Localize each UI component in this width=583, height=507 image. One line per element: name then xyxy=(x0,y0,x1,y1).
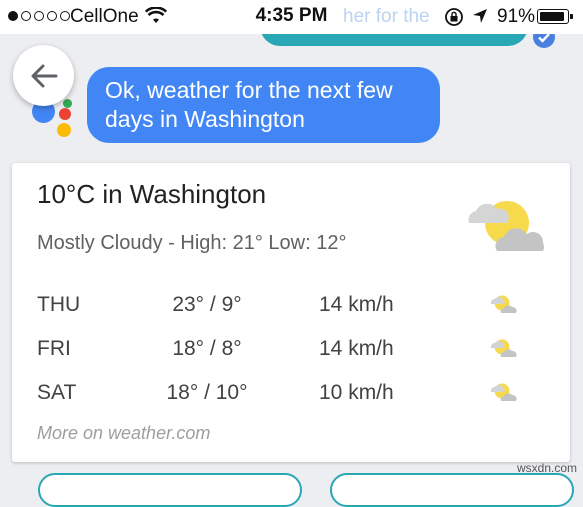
more-on-weather-link[interactable]: More on weather.com xyxy=(37,423,210,444)
forecast-temperature: 23° / 9° xyxy=(172,293,242,316)
forecast-day: FRI xyxy=(37,337,71,360)
forecast-wind: 14 km/h xyxy=(319,337,394,360)
forecast-row: THU 23° / 9° 14 km/h xyxy=(12,293,570,323)
status-overlay-text: her for the xyxy=(343,6,430,27)
assistant-logo-red-dot xyxy=(59,108,71,120)
partly-cloudy-icon xyxy=(489,337,517,365)
partly-cloudy-icon xyxy=(489,381,517,409)
back-button[interactable] xyxy=(13,45,74,106)
forecast-temperature: 18° / 10° xyxy=(166,381,248,404)
partly-cloudy-icon xyxy=(489,293,517,321)
partly-cloudy-icon xyxy=(459,193,547,262)
suggestion-chip[interactable] xyxy=(330,473,574,507)
battery-percent: 91% xyxy=(497,6,536,27)
location-icon xyxy=(472,8,488,29)
forecast-row: SAT 18° / 10° 10 km/h xyxy=(12,381,570,411)
forecast-wind: 14 km/h xyxy=(319,293,394,316)
watermark: wsxdn.com xyxy=(517,461,578,475)
assistant-logo-yellow-dot xyxy=(57,123,71,137)
rotation-lock-icon xyxy=(444,7,464,32)
forecast-wind: 10 km/h xyxy=(319,381,394,404)
battery-icon xyxy=(537,9,573,24)
assistant-logo-green-dot xyxy=(63,99,72,108)
forecast-temperature: 18° / 8° xyxy=(172,337,242,360)
back-arrow-icon xyxy=(31,64,57,87)
weather-card[interactable]: 10°C in Washington Mostly Cloudy - High:… xyxy=(12,163,570,462)
forecast-day: THU xyxy=(37,293,81,316)
forecast-row: FRI 18° / 8° 14 km/h xyxy=(12,337,570,367)
suggestion-chip[interactable] xyxy=(38,473,302,507)
assistant-message-bubble: Ok, weather for the next few days in Was… xyxy=(87,67,440,143)
weather-summary: Mostly Cloudy - High: 21° Low: 12° xyxy=(37,232,347,254)
weather-current-title: 10°C in Washington xyxy=(37,179,267,209)
status-time: 4:35 PM xyxy=(255,5,328,26)
forecast-day: SAT xyxy=(37,381,77,404)
status-bar: CellOne 4:35 PM 91% xyxy=(0,0,583,34)
